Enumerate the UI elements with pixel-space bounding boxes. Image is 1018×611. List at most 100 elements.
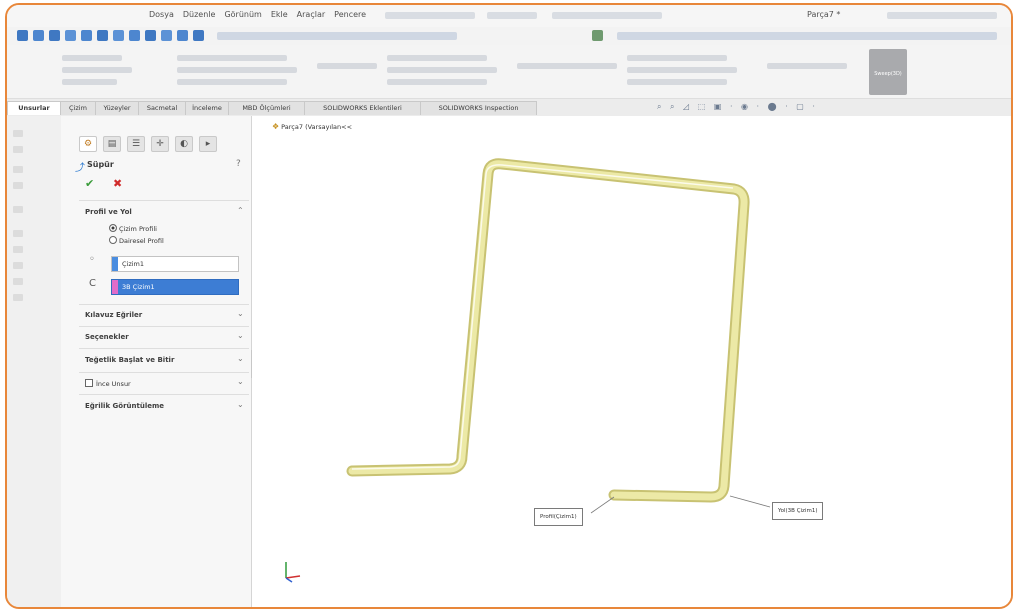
- ribbon-group[interactable]: [177, 67, 297, 73]
- sketch-icon[interactable]: [161, 30, 172, 41]
- ribbon-group[interactable]: [627, 67, 737, 73]
- configuration-manager-tab[interactable]: ☰: [127, 136, 145, 152]
- ribbon-group[interactable]: [627, 55, 727, 61]
- menu-view[interactable]: Görünüm: [224, 10, 261, 19]
- cancel-button[interactable]: ✖: [113, 177, 122, 190]
- chevron-down-icon[interactable]: ⌄: [237, 331, 244, 340]
- ribbon-group[interactable]: [517, 63, 617, 69]
- menu-window[interactable]: Pencere: [334, 10, 366, 19]
- tree-node-icon[interactable]: [13, 294, 23, 301]
- profile-icon: ◦: [89, 254, 95, 265]
- tree-node-icon[interactable]: [13, 246, 23, 253]
- more-tabs-button[interactable]: ▸: [199, 136, 217, 152]
- ribbon-group[interactable]: [177, 55, 287, 61]
- rebuild-icon[interactable]: [113, 30, 124, 41]
- property-manager-tab[interactable]: ▤: [103, 136, 121, 152]
- select-icon[interactable]: [145, 30, 156, 41]
- quick-access-toolbar[interactable]: [487, 12, 537, 19]
- graphics-viewport[interactable]: ❖ Parça7 (Varsayılan<< Profil(Çizim1) Yol…: [252, 116, 1011, 607]
- ribbon-group[interactable]: [387, 55, 487, 61]
- profile-field-value: Çizim1: [122, 260, 145, 268]
- chevron-down-icon[interactable]: ⌄: [237, 309, 244, 318]
- section-profile-path-title[interactable]: Profil ve Yol: [85, 208, 132, 216]
- model-icon[interactable]: [592, 30, 603, 41]
- heads-up-view-toolbar[interactable]: ⌕ ⌕ ◿ ⬚ ▣ · ◉ · ⬤ · ▢ ·: [657, 102, 818, 112]
- tree-node-icon[interactable]: [13, 262, 23, 269]
- feature-manager-tab[interactable]: ⚙: [79, 136, 97, 152]
- radio-sketch-profile-label: Çizim Profili: [119, 225, 157, 233]
- thin-feature-label: İnce Unsur: [96, 380, 131, 388]
- help-icon[interactable]: ?: [236, 159, 241, 169]
- ribbon-group[interactable]: [387, 79, 487, 85]
- sweep-ribbon-button[interactable]: Sweep(3D): [869, 49, 907, 95]
- print-icon[interactable]: [65, 30, 76, 41]
- tree-node-icon[interactable]: [13, 206, 23, 213]
- ribbon-group[interactable]: [62, 55, 122, 61]
- application-frame: Dosya Düzenle Görünüm Ekle Araçlar Pence…: [5, 3, 1013, 609]
- tree-node-icon[interactable]: [13, 278, 23, 285]
- tab-features[interactable]: Unsurlar: [7, 101, 61, 115]
- ribbon-group[interactable]: [387, 67, 497, 73]
- tree-node-icon[interactable]: [13, 146, 23, 153]
- options-icon[interactable]: [129, 30, 140, 41]
- profile-field[interactable]: Çizim1: [111, 256, 239, 272]
- swept-pipe-edge[interactable]: [346, 158, 750, 503]
- menu-tools[interactable]: Araçlar: [297, 10, 325, 19]
- ribbon-group[interactable]: [62, 67, 132, 73]
- window-controls[interactable]: [887, 12, 997, 19]
- chevron-down-icon[interactable]: ⌄: [237, 400, 244, 409]
- ok-button[interactable]: ✔: [85, 177, 94, 190]
- ribbon-group[interactable]: [627, 79, 727, 85]
- undo-icon[interactable]: [81, 30, 92, 41]
- ribbon-group[interactable]: [317, 63, 377, 69]
- menu-edit[interactable]: Düzenle: [183, 10, 216, 19]
- section-tangency-title[interactable]: Teğetlik Başlat ve Bitir: [85, 356, 174, 364]
- new-icon[interactable]: [17, 30, 28, 41]
- save-icon[interactable]: [49, 30, 60, 41]
- tab-solidworks-addins[interactable]: SOLIDWORKS Eklentileri: [304, 101, 421, 115]
- tab-solidworks-inspection[interactable]: SOLIDWORKS Inspection: [420, 101, 537, 115]
- ribbon-group[interactable]: [767, 63, 847, 69]
- section-options-title[interactable]: Seçenekler: [85, 333, 129, 341]
- quick-access-toolbar[interactable]: [385, 12, 475, 19]
- swept-pipe[interactable]: [348, 160, 748, 501]
- pipe-highlight: [351, 164, 734, 470]
- profile-color-swatch: [112, 257, 118, 271]
- tab-mbd-dimensions[interactable]: MBD Ölçümleri: [228, 101, 305, 115]
- radio-sketch-profile[interactable]: Çizim Profili: [109, 224, 157, 233]
- quick-access-toolbar[interactable]: [552, 12, 662, 19]
- menu-file[interactable]: Dosya: [149, 10, 174, 19]
- checkbox-box: [85, 379, 93, 387]
- open-icon[interactable]: [33, 30, 44, 41]
- ribbon-group[interactable]: [177, 79, 287, 85]
- profile-callout[interactable]: Profil(Çizim1): [534, 508, 583, 526]
- toolbar-strip[interactable]: [617, 32, 997, 40]
- chevron-down-icon[interactable]: ⌄: [237, 354, 244, 363]
- tab-sketch[interactable]: Çizim: [60, 101, 96, 115]
- tree-node-icon[interactable]: [13, 166, 23, 173]
- chevron-down-icon[interactable]: ⌄: [237, 377, 244, 386]
- tab-surfaces[interactable]: Yüzeyler: [95, 101, 139, 115]
- path-field[interactable]: 3B Çizim1: [111, 279, 239, 295]
- path-callout[interactable]: Yol(3B Çizim1): [772, 502, 824, 520]
- ribbon-group[interactable]: [62, 79, 117, 85]
- radio-circular-profile[interactable]: Dairesel Profil: [109, 236, 164, 245]
- chevron-up-icon[interactable]: ⌃: [237, 206, 244, 215]
- section-curvature-title[interactable]: Eğrilik Görüntüleme: [85, 402, 164, 410]
- redo-icon[interactable]: [97, 30, 108, 41]
- dimxpert-tab[interactable]: ✛: [151, 136, 169, 152]
- feature-tree-strip: [7, 116, 61, 607]
- tree-node-icon[interactable]: [13, 130, 23, 137]
- tree-node-icon[interactable]: [13, 230, 23, 237]
- thin-feature-checkbox[interactable]: İnce Unsur: [85, 379, 131, 388]
- tree-node-icon[interactable]: [13, 182, 23, 189]
- feature-icon[interactable]: [177, 30, 188, 41]
- divider: [79, 326, 249, 327]
- toolbar-strip[interactable]: [217, 32, 457, 40]
- menu-insert[interactable]: Ekle: [271, 10, 288, 19]
- tab-sheet-metal[interactable]: Sacmetal: [138, 101, 186, 115]
- display-manager-tab[interactable]: ◐: [175, 136, 193, 152]
- view-icon[interactable]: [193, 30, 204, 41]
- section-guide-curves-title[interactable]: Kılavuz Eğriler: [85, 311, 142, 319]
- tab-evaluate[interactable]: İnceleme: [185, 101, 229, 115]
